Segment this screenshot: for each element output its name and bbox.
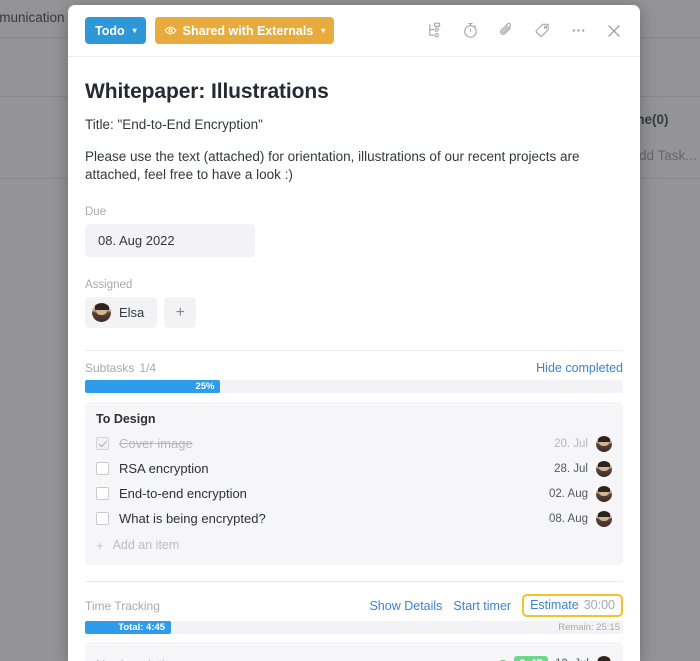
page-title: Whitepaper: Illustrations	[85, 80, 329, 103]
avatar	[92, 303, 111, 323]
hide-completed-link[interactable]: Hide completed	[536, 361, 623, 375]
subtask-checkbox[interactable]	[96, 437, 109, 451]
close-icon[interactable]	[604, 21, 624, 41]
subtask-row[interactable]: Cover image 20. Jul	[96, 431, 612, 456]
subtask-row[interactable]: What is being encrypted? 08. Aug	[96, 506, 612, 531]
avatar	[596, 510, 612, 527]
subtask-name: End-to-end encryption	[119, 486, 247, 502]
time-entry-row[interactable]: No description B2:4519. Jul	[96, 652, 612, 661]
sharing-dropdown-button[interactable]: Shared with Externals ▾	[154, 17, 335, 44]
more-options-icon[interactable]	[568, 21, 588, 41]
subtasks-header: Subtasks 1/4 Hide completed	[85, 361, 623, 375]
subtask-due-date: 28. Jul	[554, 462, 588, 475]
subtask-row[interactable]: RSA encryption 28. Jul	[96, 456, 612, 481]
task-description-line-2: Please use the text (attached) for orien…	[85, 149, 580, 183]
subtasks-progress-fill: 25%	[85, 380, 220, 394]
subtask-meta: 28. Jul	[554, 460, 612, 477]
subtasks-panel: To Design Cover image 20. Jul RSA encrypti…	[85, 402, 623, 566]
assignee-chip[interactable]: Elsa	[85, 297, 158, 329]
subtask-row[interactable]: End-to-end encryption 02. Aug	[96, 481, 612, 506]
time-tracking-header: Time Tracking Show Details Start timer E…	[85, 594, 623, 618]
time-entry-meta: B2:4519. Jul	[500, 655, 612, 661]
subtask-checkbox[interactable]	[96, 512, 109, 526]
time-tracking-progress-fill: Total: 4:45	[85, 621, 172, 635]
time-entry-description: No description	[96, 657, 179, 661]
start-timer-link[interactable]: Start timer	[453, 599, 511, 613]
remaining-time-label: Remain: 25:15	[558, 622, 620, 634]
due-date-value: 08. Aug 2022	[98, 233, 175, 249]
task-description-line-1: Title: "End-to-End Encryption"	[85, 117, 263, 132]
avatar	[596, 435, 612, 452]
avatar	[596, 656, 612, 661]
total-time-label: Total: 4:45	[118, 622, 166, 634]
estimate-button[interactable]: Estimate 30:00	[522, 594, 623, 618]
time-tracking-progress-bar: Total: 4:45 Remain: 25:15	[85, 621, 623, 635]
subtask-tree-icon[interactable]	[424, 21, 444, 41]
task-detail-modal: Todo ▾ Shared with Externals ▾ Whitepape…	[68, 5, 640, 661]
status-dropdown-button[interactable]: Todo ▾	[85, 17, 146, 44]
tag-icon[interactable]	[532, 21, 552, 41]
add-subtask-button[interactable]: + Add an item	[96, 533, 612, 557]
subtasks-label: Subtasks	[85, 361, 135, 376]
time-tracking-actions: Show Details Start timer Estimate 30:00	[369, 594, 623, 618]
subtask-group-title: To Design	[96, 412, 156, 427]
estimate-label: Estimate	[530, 598, 579, 613]
due-label: Due	[85, 206, 107, 219]
time-entry-duration[interactable]: 2:45	[514, 655, 549, 661]
time-entries-panel: No description B2:4519. JulNo description…	[85, 642, 623, 661]
subtask-checkbox[interactable]	[96, 462, 109, 476]
subtask-meta: 02. Aug	[548, 485, 612, 502]
section-divider	[85, 350, 623, 352]
time-tracking-label: Time Tracking	[85, 598, 160, 613]
header-icon-group	[424, 21, 624, 41]
subtask-checkbox[interactable]	[96, 487, 109, 501]
subtasks-count: 1/4	[139, 361, 157, 376]
subtask-meta: 08. Aug	[548, 510, 612, 527]
modal-body: Whitepaper: Illustrations Title: "End-to…	[68, 80, 640, 661]
timer-icon[interactable]	[460, 21, 480, 41]
subtasks-progress-label: 25%	[195, 381, 215, 393]
subtask-meta: 20. Jul	[554, 435, 612, 452]
plus-icon: +	[96, 537, 104, 553]
chevron-down-icon: ▾	[321, 26, 326, 35]
subtask-due-date: 02. Aug	[548, 487, 588, 500]
estimate-value: 30:00	[583, 598, 615, 613]
section-divider	[85, 581, 623, 583]
subtask-list: Cover image 20. Jul RSA encryption 28. Jul E…	[96, 431, 612, 531]
add-assignee-button[interactable]: +	[164, 297, 197, 329]
avatar	[596, 460, 612, 477]
assigned-label: Assigned	[85, 279, 133, 292]
show-details-link[interactable]: Show Details	[369, 599, 442, 613]
modal-header: Todo ▾ Shared with Externals ▾	[68, 5, 640, 57]
subtask-name: Cover image	[119, 436, 193, 452]
add-subtask-label: Add an item	[112, 538, 180, 553]
due-date-field[interactable]: 08. Aug 2022	[85, 224, 255, 258]
status-label: Todo	[95, 23, 125, 38]
subtasks-progress-bar: 25%	[85, 380, 623, 394]
attachment-icon[interactable]	[496, 21, 516, 41]
assignee-name: Elsa	[119, 305, 145, 321]
subtask-name: What is being encrypted?	[119, 511, 266, 527]
subtask-due-date: 08. Aug	[548, 512, 588, 525]
eye-icon	[164, 24, 177, 37]
avatar	[596, 485, 612, 502]
chevron-down-icon: ▾	[132, 26, 137, 35]
time-entry-list: No description B2:4519. JulNo description…	[96, 652, 612, 661]
subtask-due-date: 20. Jul	[554, 437, 588, 450]
assignee-row: Elsa +	[85, 297, 623, 329]
sharing-label: Shared with Externals	[182, 23, 314, 38]
subtask-name: RSA encryption	[119, 461, 209, 477]
